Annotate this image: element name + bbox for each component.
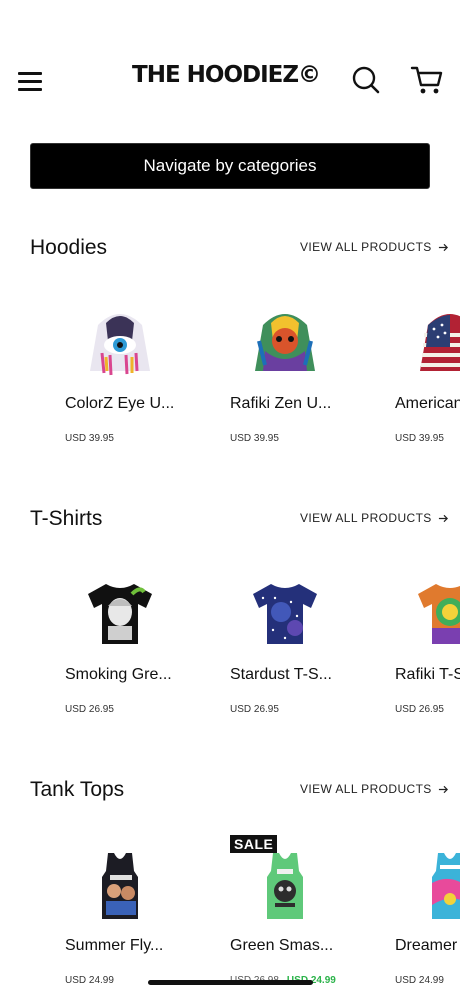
product-name: Summer Fly... [65, 937, 164, 954]
arrow-right-icon [438, 514, 448, 522]
product-price: USD 24.99 [395, 975, 444, 986]
product-image [410, 301, 460, 381]
product-image [80, 572, 160, 652]
product-image [410, 572, 460, 652]
product-price: USD 39.95 [65, 433, 114, 444]
product-name: ColorZ Eye U... [65, 395, 175, 412]
view-all-products-link[interactable]: VIEW ALL PRODUCTS [300, 782, 449, 796]
navigate-categories-button[interactable]: Navigate by categories [30, 143, 430, 189]
product-price: USD 24.99 [65, 975, 114, 986]
product-card[interactable]: Stardust T-S... USD 26.95 [230, 562, 380, 742]
product-card[interactable]: Rafiki Zen U... USD 39.95 [230, 291, 380, 471]
search-icon[interactable] [350, 64, 382, 96]
product-price: USD 26.95 [230, 704, 279, 715]
product-image [80, 301, 160, 381]
product-name: American [395, 395, 460, 412]
view-all-products-link[interactable]: VIEW ALL PRODUCTS [300, 240, 449, 254]
product-card[interactable]: Rafiki T-S USD 26.95 [395, 562, 460, 742]
section-title: T-Shirts [30, 507, 103, 530]
product-price: USD 39.95 [395, 433, 444, 444]
product-name: Smoking Gre... [65, 666, 172, 683]
product-carousel[interactable]: Summer Fly... USD 24.99 SALE Green Smas.… [0, 833, 460, 995]
product-name: Stardust T-S... [230, 666, 332, 683]
product-image [245, 843, 325, 923]
app-header: THE HOODIEZ© [0, 0, 460, 125]
section-title: Hoodies [30, 236, 108, 259]
section-title: Tank Tops [30, 778, 125, 801]
product-image [245, 301, 325, 381]
arrow-right-icon [438, 785, 448, 793]
product-card[interactable]: SALE Green Smas... USD 26.98USD 24.99 [230, 833, 380, 995]
product-image [80, 843, 160, 923]
hamburger-menu-icon[interactable] [18, 70, 44, 92]
product-card[interactable]: Smoking Gre... USD 26.95 [65, 562, 215, 742]
product-card[interactable]: ColorZ Eye U... USD 39.95 [65, 291, 215, 471]
product-carousel[interactable]: ColorZ Eye U... USD 39.95 Rafiki Zen U..… [0, 291, 460, 471]
product-image [410, 843, 460, 923]
product-card[interactable]: Summer Fly... USD 24.99 [65, 833, 215, 995]
product-name: Green Smas... [230, 937, 334, 954]
product-price: USD 26.95 [65, 704, 114, 715]
view-all-label: VIEW ALL PRODUCTS [300, 240, 432, 254]
view-all-products-link[interactable]: VIEW ALL PRODUCTS [300, 511, 449, 525]
view-all-label: VIEW ALL PRODUCTS [300, 782, 432, 796]
product-image [245, 572, 325, 652]
shopping-cart-icon[interactable] [410, 64, 444, 96]
product-price: USD 26.95 [395, 704, 444, 715]
arrow-right-icon [438, 243, 448, 251]
home-indicator[interactable] [148, 980, 313, 985]
product-name: Dreamer [395, 937, 458, 954]
product-carousel[interactable]: Smoking Gre... USD 26.95 Stardust T-S...… [0, 562, 460, 742]
product-card[interactable]: Dreamer USD 24.99 [395, 833, 460, 995]
store-logo[interactable]: THE HOODIEZ© [132, 62, 321, 88]
product-name: Rafiki T-S [395, 666, 460, 683]
product-price: USD 39.95 [230, 433, 279, 444]
view-all-label: VIEW ALL PRODUCTS [300, 511, 432, 525]
product-card[interactable]: American USD 39.95 [395, 291, 460, 471]
product-name: Rafiki Zen U... [230, 395, 332, 412]
